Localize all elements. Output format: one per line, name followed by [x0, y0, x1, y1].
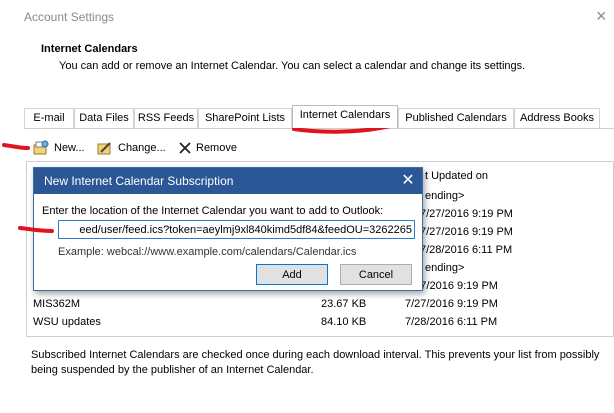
toolbar: New... Change... Remove — [32, 138, 332, 158]
calendar-updated: ending> — [425, 190, 465, 202]
footnote-text: Subscribed Internet Calendars are checke… — [31, 349, 600, 376]
tab-label: Internet Calendars — [299, 109, 391, 121]
tab-label: SharePoint Lists — [204, 112, 286, 124]
calendar-updated: ending> — [425, 262, 465, 274]
calendar-updated: 7/28/2016 6:11 PM — [405, 316, 498, 328]
calendar-name: WSU updates — [33, 316, 101, 328]
tab-label: Address Books — [520, 112, 594, 124]
calendar-updated: 7/27/2016 9:19 PM — [420, 208, 513, 220]
new-button[interactable]: New... — [32, 138, 85, 158]
title-bar: Account Settings × — [0, 0, 614, 34]
tab-address-books[interactable]: Address Books — [514, 108, 600, 128]
new-internet-calendar-dialog: New Internet Calendar Subscription ✕ Ent… — [33, 167, 423, 291]
calendar-updated: 7/27/2016 9:19 PM — [420, 226, 513, 238]
annotation-mark-new — [2, 143, 30, 150]
new-calendar-icon — [33, 140, 49, 155]
tab-strip: E-mail Data Files RSS Feeds SharePoint L… — [24, 105, 614, 128]
tab-rss-feeds[interactable]: RSS Feeds — [134, 108, 198, 128]
table-row[interactable]: WSU updates 84.10 KB 7/28/2016 6:11 PM — [27, 316, 613, 334]
dialog-close-icon[interactable]: ✕ — [398, 171, 418, 191]
window-title: Account Settings — [24, 10, 115, 24]
tab-sharepoint-lists[interactable]: SharePoint Lists — [198, 108, 292, 128]
add-button[interactable]: Add — [256, 264, 328, 285]
dialog-example-text: Example: webcal://www.example.com/calend… — [58, 246, 357, 258]
remove-x-icon — [179, 142, 191, 154]
calendar-size: 84.10 KB — [321, 316, 367, 328]
section-heading: Internet Calendars — [41, 43, 138, 55]
change-button-label: Change... — [118, 142, 166, 154]
change-button[interactable]: Change... — [96, 138, 166, 158]
tab-email[interactable]: E-mail — [24, 108, 74, 128]
calendar-size: 23.67 KB — [321, 298, 367, 310]
tab-published-calendars[interactable]: Published Calendars — [398, 108, 514, 128]
column-header-last-updated[interactable]: t Updated on — [425, 170, 488, 182]
calendar-updated: 7/28/2016 6:11 PM — [420, 244, 513, 256]
section-description: You can add or remove an Internet Calend… — [59, 60, 526, 72]
calendar-name: MIS362M — [33, 298, 81, 310]
calendar-url-input[interactable] — [58, 220, 415, 239]
cancel-button[interactable]: Cancel — [340, 264, 412, 285]
dialog-title-bar[interactable]: New Internet Calendar Subscription ✕ — [34, 168, 422, 194]
tab-data-files[interactable]: Data Files — [74, 108, 134, 128]
tab-label: E-mail — [33, 112, 65, 124]
tab-label: Data Files — [79, 112, 129, 124]
change-calendar-icon — [97, 142, 111, 155]
annotation-mark-url — [18, 226, 54, 233]
calendar-updated: 7/27/2016 9:19 PM — [405, 298, 498, 310]
dialog-prompt: Enter the location of the Internet Calen… — [42, 205, 384, 217]
remove-button[interactable]: Remove — [178, 138, 237, 158]
tab-label: Published Calendars — [405, 112, 507, 124]
account-settings-window: Account Settings × Internet Calendars Yo… — [0, 0, 614, 413]
new-button-label: New... — [54, 142, 85, 154]
dialog-title: New Internet Calendar Subscription — [44, 174, 234, 188]
tab-internet-calendars[interactable]: Internet Calendars — [292, 105, 398, 128]
remove-button-label: Remove — [196, 142, 237, 154]
table-row[interactable]: MIS362M 23.67 KB 7/27/2016 9:19 PM — [27, 298, 613, 316]
close-icon[interactable]: × — [596, 6, 607, 27]
tab-label: RSS Feeds — [137, 112, 195, 124]
